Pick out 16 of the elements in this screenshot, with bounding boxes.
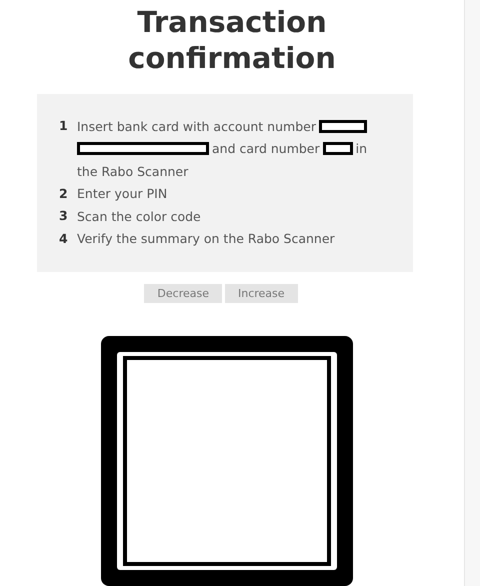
step-text: Scan the color code [77,208,201,224]
step-number: 4 [59,230,69,248]
page-title: Transaction confirmation [127,4,337,76]
redaction-box [322,142,353,156]
step-text: and card number [212,141,320,156]
zoom-button[interactable]: Increase [225,284,298,303]
step-number: 3 [59,207,69,225]
redaction-box [318,120,367,133]
step-text: Insert bank card with account number [77,118,316,134]
step-text: Enter your PIN [77,186,168,202]
step-number: 1 [59,117,69,135]
zoom-button[interactable]: Decrease [144,284,222,303]
step-number: 2 [59,184,69,202]
step-text: the Rabo Scanner [77,164,188,179]
step-text: Verify the summary on the Rabo Scanner [77,231,335,246]
step-text: in [356,141,368,156]
